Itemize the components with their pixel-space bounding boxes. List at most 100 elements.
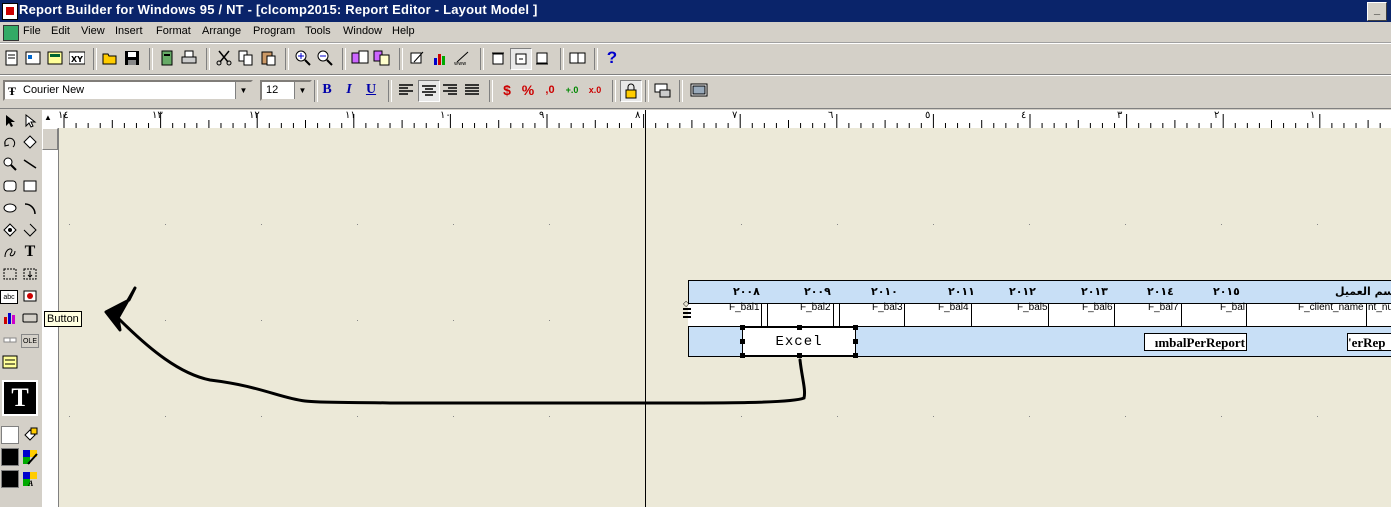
menu-edit[interactable]: Edit	[51, 25, 70, 37]
cut-icon[interactable]	[214, 48, 234, 68]
italic-button[interactable]: I	[339, 80, 359, 100]
display-properties-icon[interactable]	[568, 48, 588, 68]
menu-arrange[interactable]: Arrange	[202, 25, 241, 37]
open-folder-icon[interactable]	[100, 48, 120, 68]
align-bottom-icon[interactable]	[532, 48, 552, 68]
button-tool-icon[interactable]	[21, 309, 39, 327]
text-color-swatch[interactable]	[1, 470, 19, 488]
header-label-client-name[interactable]: واسم العميل	[1335, 285, 1391, 298]
image-tool-icon[interactable]	[21, 287, 39, 305]
frame-tool-icon[interactable]	[1, 265, 19, 283]
xy-icon[interactable]: XY	[67, 48, 87, 68]
align-center-icon[interactable]	[510, 48, 532, 70]
field-f-bal1[interactable]: F_bal1	[729, 302, 760, 313]
menu-help[interactable]: Help	[392, 25, 415, 37]
rectangle-tool-icon[interactable]	[21, 177, 39, 195]
chart-wizard-icon[interactable]	[430, 48, 450, 68]
arc-tool-icon[interactable]	[21, 199, 39, 217]
web-wizard-icon[interactable]: www	[453, 48, 473, 68]
selection-handle[interactable]	[853, 339, 858, 344]
cross-product-tool-icon[interactable]	[1, 353, 19, 371]
field-f-bal2[interactable]: F_bal2	[800, 302, 831, 313]
line-color-icon[interactable]	[21, 448, 39, 466]
repeating-frame-tool-icon[interactable]	[21, 265, 39, 283]
header-label-2012[interactable]: ٢٠١٢	[1009, 285, 1036, 298]
field-tool-icon[interactable]: abc	[0, 290, 18, 304]
remove-decimal-button[interactable]: x.0	[585, 80, 605, 100]
menu-format[interactable]: Format	[156, 25, 191, 37]
diamond-handle-icon[interactable]: ◇	[683, 299, 689, 308]
selection-handle[interactable]	[740, 339, 745, 344]
summary-field-1[interactable]: ımbalPerReport	[1144, 333, 1247, 351]
align-top-icon[interactable]	[488, 48, 508, 68]
menu-tools[interactable]: Tools	[305, 25, 331, 37]
header-label-2009[interactable]: ٢٠٠٩	[804, 285, 831, 298]
summary-field-2[interactable]: 'erRep	[1347, 333, 1391, 351]
font-name-select[interactable]: Ŧ Courier New ▼	[3, 80, 253, 101]
selection-handle[interactable]	[853, 325, 858, 330]
percent-button[interactable]: %	[518, 80, 538, 100]
frame-select-icon[interactable]	[653, 80, 673, 100]
reshape-tool-icon[interactable]	[21, 133, 39, 151]
text-tool-icon[interactable]: T	[21, 243, 39, 261]
align-center-text-icon[interactable]	[418, 80, 440, 102]
field-f-bal6[interactable]: F_bal6	[1082, 302, 1113, 313]
polyline-tool-icon[interactable]	[21, 221, 39, 239]
header-label-2011[interactable]: ٢٠١١	[948, 285, 975, 298]
freehand-tool-icon[interactable]	[1, 243, 19, 261]
link-file-tool-icon[interactable]	[1, 331, 19, 349]
field-f-client-name[interactable]: F_client_name	[1298, 302, 1364, 313]
menu-program[interactable]: Program	[253, 25, 295, 37]
align-right-icon[interactable]	[440, 80, 460, 100]
bring-forward-icon[interactable]	[372, 48, 392, 68]
run-report-icon[interactable]	[157, 48, 177, 68]
header-label-2014[interactable]: ٢٠١٤	[1147, 285, 1174, 298]
header-label-2015[interactable]: ٢٠١٥	[1213, 285, 1240, 298]
save-icon[interactable]	[122, 48, 142, 68]
line-tool-icon[interactable]	[21, 155, 39, 173]
field-f-bal4[interactable]: F_bal4	[938, 302, 969, 313]
layout-model-icon[interactable]	[45, 48, 65, 68]
magic-select-icon[interactable]	[21, 112, 39, 130]
copy-icon[interactable]	[236, 48, 256, 68]
minimize-button[interactable]: _	[1367, 2, 1387, 21]
align-left-icon[interactable]	[396, 80, 416, 100]
fill-color-swatch[interactable]	[1, 426, 19, 444]
menu-view[interactable]: View	[81, 25, 105, 37]
app-icon[interactable]	[2, 3, 18, 20]
select-tool-icon[interactable]	[1, 112, 19, 130]
selection-handle[interactable]	[740, 353, 745, 358]
underline-button[interactable]: U	[361, 80, 381, 100]
ole-tool-icon[interactable]: OLE	[21, 334, 39, 348]
text-color-icon[interactable]: A	[21, 470, 39, 488]
chevron-down-icon[interactable]: ▼	[235, 82, 251, 99]
chevron-down-icon[interactable]: ▼	[294, 82, 310, 99]
header-label-2008[interactable]: ٢٠٠٨	[733, 285, 760, 298]
selection-handle[interactable]	[740, 325, 745, 330]
lock-icon[interactable]	[620, 80, 642, 102]
zoom-in-icon[interactable]	[293, 48, 313, 68]
field-f-bal5[interactable]: F_bal5	[1017, 302, 1048, 313]
rotate-tool-icon[interactable]	[1, 133, 19, 151]
excel-button[interactable]: Excel	[742, 327, 856, 356]
ruler-scroll-thumb[interactable]	[42, 128, 58, 150]
comma-button[interactable]: ,0	[540, 80, 560, 100]
new-report-icon[interactable]	[2, 48, 22, 68]
menu-window[interactable]: Window	[343, 25, 382, 37]
field-client-number[interactable]: nt_nu	[1368, 302, 1391, 313]
polygon-tool-icon[interactable]	[1, 221, 19, 239]
line-color-swatch[interactable]	[1, 448, 19, 466]
document-icon[interactable]	[3, 25, 19, 41]
data-model-icon[interactable]	[23, 48, 43, 68]
print-icon[interactable]	[179, 48, 199, 68]
selection-handle[interactable]	[797, 353, 802, 358]
ellipse-tool-icon[interactable]	[1, 199, 19, 217]
field-f-bal7[interactable]: F_bal7	[1148, 302, 1179, 313]
font-size-select[interactable]: 12 ▼	[260, 80, 312, 101]
fill-color-icon[interactable]	[21, 426, 39, 444]
chart-tool-icon[interactable]	[1, 309, 19, 327]
zoom-out-icon[interactable]	[315, 48, 335, 68]
justify-icon[interactable]	[462, 80, 482, 100]
selection-handle[interactable]	[797, 325, 802, 330]
field-f-bal3[interactable]: F_bal3	[872, 302, 903, 313]
